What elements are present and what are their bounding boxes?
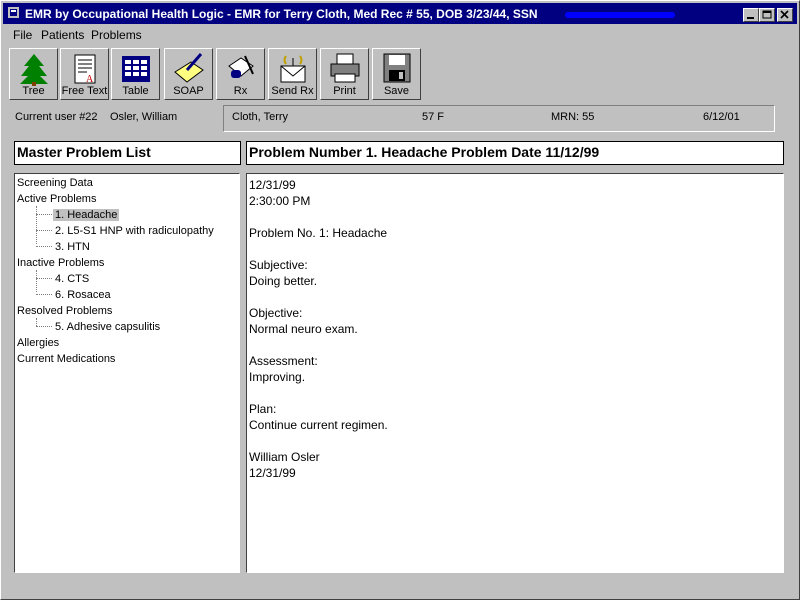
table-button-label: Table xyxy=(122,85,149,97)
problem-header: Problem Number 1. Headache Problem Date … xyxy=(246,141,784,165)
send-rx-button[interactable]: Send Rx xyxy=(268,48,317,100)
problem-tree-panel[interactable]: Screening Data Active Problems 1. Headac… xyxy=(14,173,240,573)
redaction-mark xyxy=(565,12,675,18)
problem-title: Problem Number 1. Headache Problem Date … xyxy=(249,144,600,160)
note-time: 2:30:00 PM xyxy=(249,194,311,208)
note-date: 12/31/99 xyxy=(249,178,296,192)
free-text-button[interactable]: A Free Text xyxy=(60,48,109,100)
current-user-name: Osler, William xyxy=(110,111,178,123)
note-assessment: Improving. xyxy=(249,370,306,384)
rx-button-label: Rx xyxy=(233,85,248,97)
current-user-label: Current user #22 xyxy=(15,111,98,123)
patient-info-bar: Cloth, Terry 57 F MRN: 55 6/12/01 xyxy=(223,105,775,132)
table-button[interactable]: Table xyxy=(111,48,160,100)
note-signature: William Osler xyxy=(249,450,320,464)
free-text-button-label: Free Text xyxy=(61,85,108,97)
tree-screening-data[interactable]: Screening Data xyxy=(17,176,93,190)
soap-note-panel[interactable]: 12/31/99 2:30:00 PM Problem No. 1: Heada… xyxy=(246,173,784,573)
patient-mrn: MRN: 55 xyxy=(551,111,595,123)
prescription-icon xyxy=(228,55,254,78)
note-assessment-label: Assessment: xyxy=(249,354,318,368)
note-objective-label: Objective: xyxy=(249,306,303,320)
patient-age-sex: 57 F xyxy=(422,111,445,123)
save-button[interactable]: Save xyxy=(372,48,421,100)
close-icon xyxy=(780,10,789,19)
window-title: EMR by Occupational Health Logic - EMR f… xyxy=(25,7,538,21)
close-button[interactable] xyxy=(777,8,793,22)
tree-active-problems[interactable]: Active Problems xyxy=(17,192,96,206)
tree-allergies[interactable]: Allergies xyxy=(17,336,59,350)
menu-bar: File Patients Problems xyxy=(3,26,797,44)
note-problem: Problem No. 1: Headache xyxy=(249,226,388,240)
tree-item-rosacea[interactable]: 6. Rosacea xyxy=(55,288,111,302)
master-problem-list-title: Master Problem List xyxy=(17,144,151,160)
app-window: EMR by Occupational Health Logic - EMR f… xyxy=(0,0,800,600)
note-sign-date: 12/31/99 xyxy=(249,466,296,480)
note-objective: Normal neuro exam. xyxy=(249,322,358,336)
maximize-button[interactable] xyxy=(759,8,775,22)
send-mail-icon xyxy=(280,55,306,83)
tree-button-label: Tree xyxy=(22,85,45,97)
menu-patients[interactable]: Patients xyxy=(41,28,84,42)
soap-button[interactable]: SOAP xyxy=(164,48,213,100)
print-button-label: Print xyxy=(333,85,356,97)
patient-date: 6/12/01 xyxy=(703,111,740,123)
menu-file[interactable]: File xyxy=(13,28,32,42)
tree-item-l5s1[interactable]: 2. L5-S1 HNP with radiculopathy xyxy=(55,224,214,238)
tree-current-medications[interactable]: Current Medications xyxy=(17,352,115,366)
note-plan-label: Plan: xyxy=(249,402,277,416)
save-button-label: Save xyxy=(383,85,410,97)
tree-item-cts[interactable]: 4. CTS xyxy=(55,272,89,286)
svg-text:A: A xyxy=(86,74,94,85)
tree-item-adhesive-capsulitis[interactable]: 5. Adhesive capsulitis xyxy=(55,320,160,334)
tree-item-headache[interactable]: 1. Headache xyxy=(53,208,120,222)
note-subjective: Doing better. xyxy=(249,274,318,288)
maximize-icon xyxy=(762,10,772,19)
print-button[interactable]: Print xyxy=(320,48,369,100)
rx-button[interactable]: Rx xyxy=(216,48,265,100)
note-subjective-label: Subjective: xyxy=(249,258,308,272)
soap-button-label: SOAP xyxy=(173,85,204,97)
tree-icon xyxy=(20,54,48,86)
tree-button[interactable]: Tree xyxy=(9,48,58,100)
note-plan: Continue current regimen. xyxy=(249,418,388,432)
patient-name: Cloth, Terry xyxy=(232,111,289,123)
minimize-icon xyxy=(747,17,754,19)
printer-icon xyxy=(330,53,360,83)
send-rx-button-label: Send Rx xyxy=(271,85,314,97)
tree-item-htn[interactable]: 3. HTN xyxy=(55,240,90,254)
minimize-button[interactable] xyxy=(743,8,759,22)
title-bar[interactable]: EMR by Occupational Health Logic - EMR f… xyxy=(3,3,797,24)
notebook-pen-icon xyxy=(174,53,204,83)
menu-problems[interactable]: Problems xyxy=(91,28,142,42)
app-icon xyxy=(8,7,19,18)
document-icon: A xyxy=(74,54,96,85)
tree-resolved-problems[interactable]: Resolved Problems xyxy=(17,304,112,318)
tree-inactive-problems[interactable]: Inactive Problems xyxy=(17,256,104,270)
master-problem-list-header: Master Problem List xyxy=(14,141,241,165)
table-icon xyxy=(122,56,150,82)
floppy-disk-icon xyxy=(383,53,411,83)
